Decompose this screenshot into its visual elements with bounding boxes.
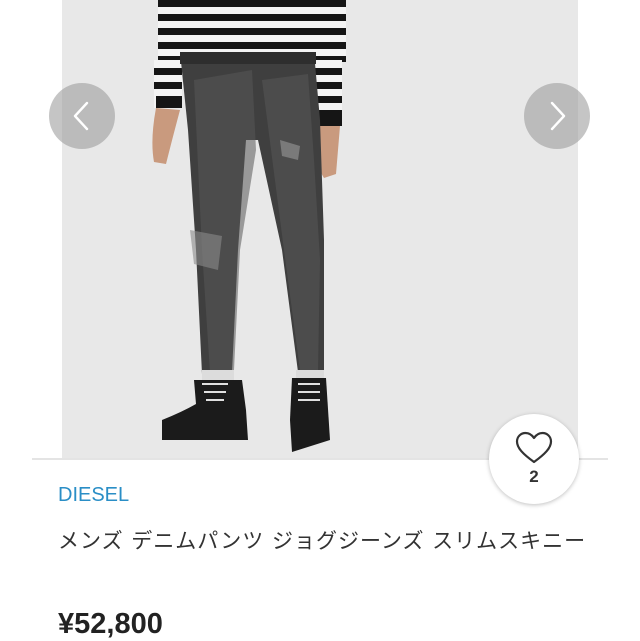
like-count: 2 <box>529 467 539 486</box>
product-price: ¥52,800 <box>58 608 163 640</box>
heart-outline-icon <box>515 431 553 464</box>
product-photo <box>152 0 346 452</box>
chevron-left-icon <box>73 101 89 131</box>
brand-link[interactable]: DIESEL <box>58 484 129 507</box>
next-image-button[interactable] <box>524 83 590 149</box>
like-button[interactable]: 2 <box>489 414 579 504</box>
chevron-right-icon <box>550 101 566 131</box>
product-image <box>62 0 578 458</box>
jeans <box>180 52 324 374</box>
previous-image-button[interactable] <box>49 83 115 149</box>
product-title: メンズ デニムパンツ ジョグジーンズ スリムスキニー <box>58 529 587 553</box>
boots <box>162 378 330 452</box>
